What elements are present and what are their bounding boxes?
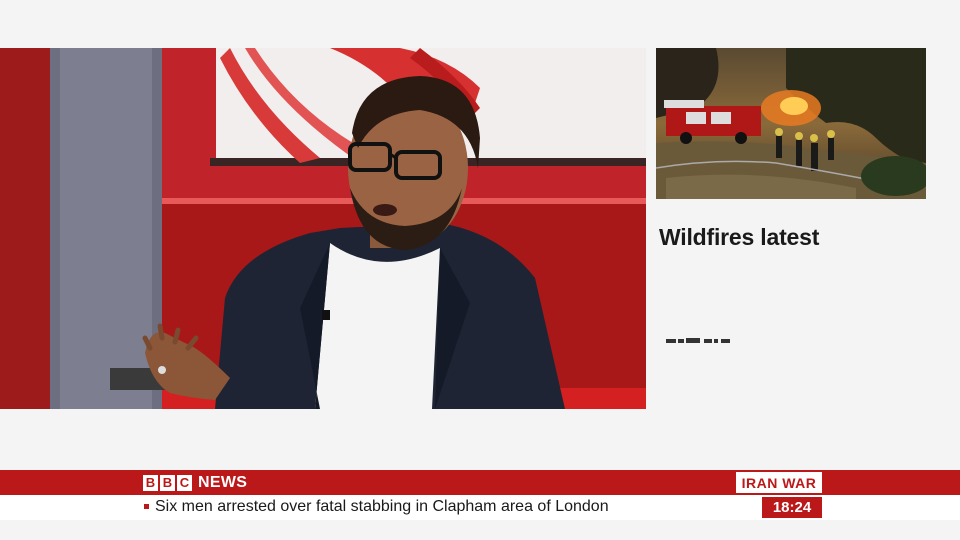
- garbled-meta-glyphs: [666, 338, 730, 343]
- side-panel: Wildfires latest: [656, 48, 926, 409]
- ticker-headline: Six men arrested over fatal stabbing in …: [155, 498, 609, 515]
- ticker-bullet-icon: [144, 504, 149, 509]
- wildfire-image: [656, 48, 926, 199]
- broadcast-clock: 18:24: [762, 497, 822, 518]
- top-margin: [0, 0, 960, 48]
- logo-letter-b1: B: [143, 474, 158, 491]
- side-headline: Wildfires latest: [659, 224, 820, 250]
- logo-letter-c: C: [177, 474, 192, 491]
- logo-news-word: NEWS: [198, 473, 248, 491]
- news-ticker: Six men arrested over fatal stabbing in …: [0, 495, 960, 520]
- topic-tag: IRAN WAR: [736, 472, 822, 493]
- news-strap-bar: B B C NEWS IRAN WAR: [0, 470, 960, 495]
- main-video-panel: [0, 48, 646, 409]
- bbc-news-logo: B B C NEWS: [143, 474, 247, 491]
- logo-letter-b2: B: [160, 474, 175, 491]
- bottom-margin: [0, 520, 960, 540]
- wildfire-photo: [656, 48, 926, 199]
- side-meta-text: [666, 336, 732, 348]
- studio-guest-video-frame: [0, 48, 646, 409]
